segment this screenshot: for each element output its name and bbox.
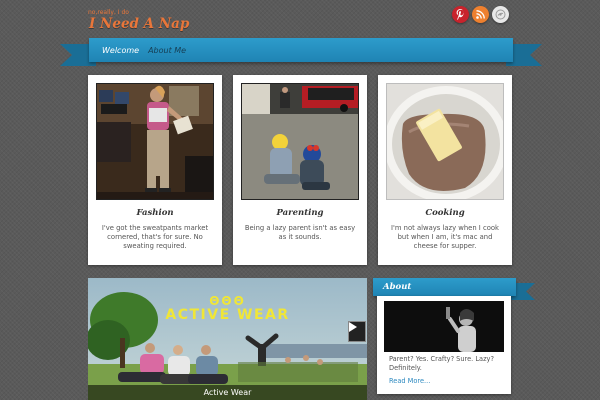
nav-item-welcome[interactable]: Welcome — [102, 46, 139, 55]
slider-next-button[interactable] — [348, 321, 366, 342]
main-nav: Welcome About Me — [89, 38, 513, 62]
fashion-photo[interactable] — [96, 83, 214, 200]
pinterest-icon[interactable] — [452, 6, 469, 23]
site-logo[interactable]: no,really, I do I Need A Nap — [88, 9, 189, 35]
read-more-link[interactable]: Read More... — [389, 377, 430, 385]
card-title: Parenting — [276, 208, 324, 218]
about-text: Parent? Yes. Crafty? Sure. Lazy? Definit… — [389, 355, 494, 372]
arrow-right-icon — [349, 322, 357, 332]
parenting-photo[interactable] — [241, 83, 359, 200]
slide-headline-glyphs: ΘΘΘ — [209, 294, 246, 308]
cooking-photo[interactable] — [386, 83, 504, 200]
feature-card-cooking[interactable]: Cooking I'm not always lazy when I cook … — [378, 75, 512, 265]
card-title: Fashion — [136, 208, 174, 218]
about-widget-title: About — [373, 278, 516, 296]
about-widget: Parent? Yes. Crafty? Sure. Lazy? Definit… — [377, 296, 511, 394]
rss-icon[interactable] — [472, 6, 489, 23]
slide-headline-text: ACTIVE WEAR — [165, 307, 290, 323]
card-title: Cooking — [425, 208, 465, 218]
social-icon[interactable] — [492, 6, 509, 23]
feature-card-fashion[interactable]: Fashion I've got the sweatpants market c… — [88, 75, 222, 265]
card-description: Being a lazy parent isn't as easy as it … — [244, 224, 356, 241]
nav-ribbon: Welcome About Me — [60, 38, 542, 68]
slide-caption[interactable]: Active Wear — [88, 385, 367, 400]
about-photo[interactable] — [384, 301, 504, 352]
slide-headline: ΘΘΘ ACTIVE WEAR — [88, 295, 367, 323]
social-links — [452, 6, 509, 23]
featured-slider[interactable]: ΘΘΘ ACTIVE WEAR Active Wear — [88, 278, 367, 400]
nav-item-about-me[interactable]: About Me — [148, 46, 186, 55]
card-description: I've got the sweatpants market cornered,… — [101, 224, 209, 250]
card-description: I'm not always lazy when I cook but when… — [391, 224, 499, 250]
site-title: I Need A Nap — [89, 16, 190, 32]
site-tagline: no,really, I do — [88, 9, 129, 16]
feature-card-parenting[interactable]: Parenting Being a lazy parent isn't as e… — [233, 75, 367, 265]
